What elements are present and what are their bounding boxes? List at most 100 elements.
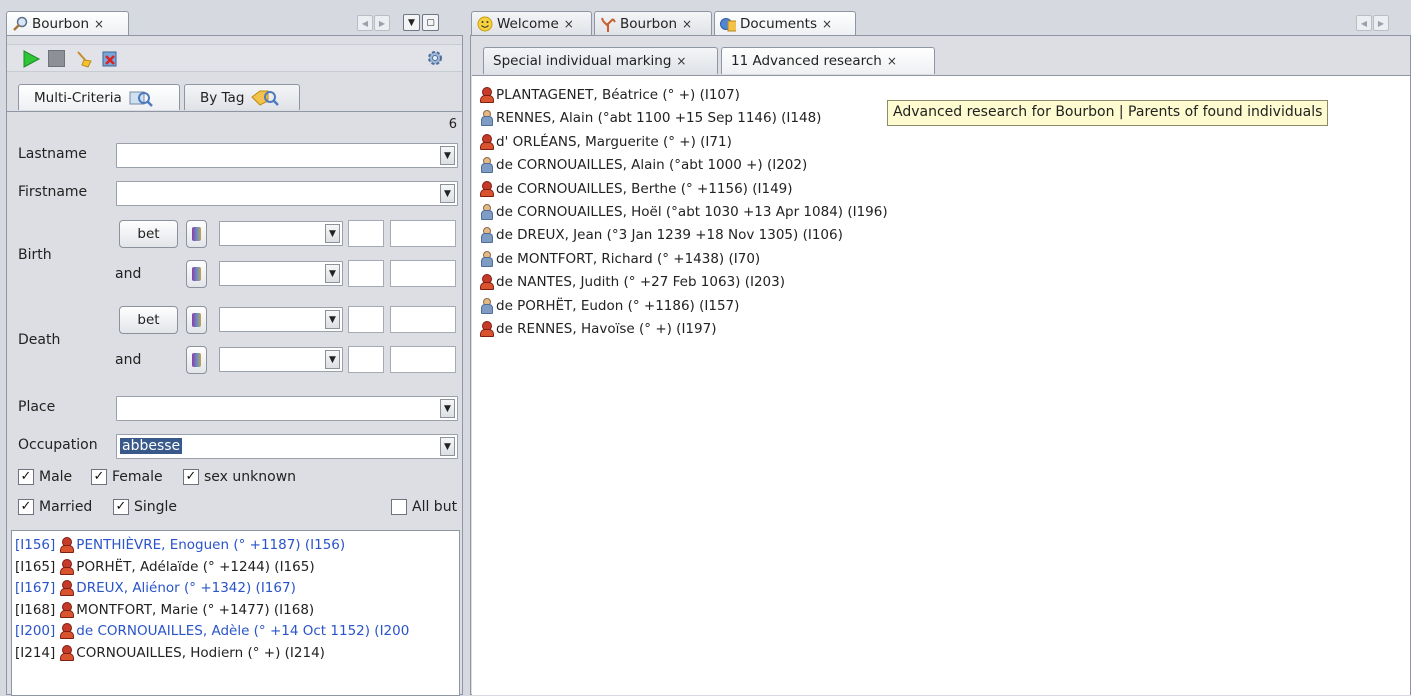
death-from-calendar-combo[interactable]: ▼ <box>219 307 343 332</box>
individual-name: de DREUX, Jean (°3 Jan 1239 +18 Nov 1305… <box>496 227 843 244</box>
chevron-down-icon[interactable]: ▼ <box>325 224 340 243</box>
tab-by-tag[interactable]: By Tag <box>184 84 300 110</box>
tab-welcome[interactable]: Welcome × <box>471 11 592 35</box>
individual-row[interactable]: de MONTFORT, Richard (° +1438) (I70) <box>479 250 760 267</box>
delete-results-icon[interactable] <box>100 49 120 69</box>
individual-row[interactable]: de CORNOUAILLES, Berthe (° +1156) (I149) <box>479 180 793 197</box>
calendar-icon[interactable] <box>186 220 207 248</box>
tab-label: Special individual marking <box>493 53 672 69</box>
sex-unknown-checkbox[interactable]: ✓ sex unknown <box>183 469 296 485</box>
stop-icon[interactable] <box>48 50 65 67</box>
male-person-icon <box>479 227 493 244</box>
birth-to-calendar-combo[interactable]: ▼ <box>219 261 343 286</box>
single-checkbox[interactable]: ✓ Single <box>113 499 177 515</box>
birth-from-day-field[interactable] <box>348 220 384 247</box>
dropdown-icon[interactable]: ▼ <box>403 14 420 31</box>
chevron-down-icon[interactable]: ▼ <box>440 146 455 165</box>
death-from-day-field[interactable] <box>348 306 384 333</box>
tab-bourbon-tree[interactable]: Bourbon × <box>594 11 712 35</box>
close-icon[interactable]: × <box>676 54 686 68</box>
female-person-icon <box>479 87 494 103</box>
broom-icon[interactable] <box>74 49 94 69</box>
individuals-list[interactable]: PLANTAGENET, Béatrice (° +) (I107) RENNES… <box>472 75 1410 695</box>
scroll-right-icon[interactable]: ▶ <box>1373 15 1389 31</box>
list-item[interactable]: [I156] PENTHIÈVRE, Enoguen (° +1187) (I15… <box>15 537 345 553</box>
firstname-combo[interactable]: ▼ <box>116 181 458 206</box>
tab-advanced-research[interactable]: 11 Advanced research × <box>721 47 935 74</box>
list-item[interactable]: [I167] DREUX, Aliénor (° +1342) (I167) <box>15 580 296 596</box>
close-icon[interactable]: × <box>94 17 104 31</box>
individual-row[interactable]: de CORNOUAILLES, Hoël (°abt 1030 +13 Apr… <box>479 204 888 220</box>
criteria-form: 6 Lastname ▼ Firstname ▼ Birth bet ▼ and <box>7 111 462 526</box>
birth-from-year-field[interactable] <box>390 220 456 247</box>
scroll-left-icon[interactable]: ◀ <box>357 15 373 31</box>
individual-row[interactable]: de CORNOUAILLES, Alain (°abt 1000 +) (I2… <box>479 157 807 174</box>
female-checkbox[interactable]: ✓ Female <box>91 469 163 485</box>
death-to-calendar-combo[interactable]: ▼ <box>219 347 343 372</box>
individual-row[interactable]: d' ORLÉANS, Marguerite (° +) (I71) <box>479 133 732 150</box>
close-icon[interactable]: × <box>682 17 692 31</box>
results-list[interactable]: [I156] PENTHIÈVRE, Enoguen (° +1187) (I15… <box>11 530 460 696</box>
death-to-day-field[interactable] <box>348 346 384 373</box>
occupation-combo[interactable]: abbesse ▼ <box>116 434 458 459</box>
lastname-combo[interactable]: ▼ <box>116 143 458 168</box>
death-from-year-field[interactable] <box>390 306 456 333</box>
calendar-icon[interactable] <box>186 260 207 288</box>
tab-documents[interactable]: Documents × <box>714 11 856 35</box>
scroll-right-icon[interactable]: ▶ <box>374 15 390 31</box>
list-item[interactable]: [I200] de CORNOUAILLES, Adèle (° +14 Oct … <box>15 623 409 639</box>
chevron-down-icon[interactable]: ▼ <box>440 184 455 203</box>
scroll-left-icon[interactable]: ◀ <box>1356 15 1372 31</box>
married-checkbox[interactable]: ✓ Married <box>18 499 92 515</box>
female-person-icon <box>59 623 75 639</box>
place-combo[interactable]: ▼ <box>116 396 458 421</box>
record-id: [I200] <box>15 623 56 639</box>
all-but-label: All but <box>412 499 458 515</box>
chevron-down-icon[interactable]: ▼ <box>325 264 340 283</box>
close-icon[interactable]: × <box>822 17 832 31</box>
settings-icon[interactable] <box>426 49 444 67</box>
birth-to-year-field[interactable] <box>390 260 456 287</box>
chevron-down-icon[interactable]: ▼ <box>325 310 340 329</box>
female-person-icon <box>479 133 494 150</box>
chevron-down-icon[interactable]: ▼ <box>325 350 340 369</box>
individual-name: PORHËT, Adélaïde (° +1244) (I165) <box>76 558 315 575</box>
result-count: 6 <box>448 117 457 132</box>
sex-unknown-label: sex unknown <box>204 469 297 485</box>
calendar-icon[interactable] <box>186 346 207 374</box>
chevron-down-icon[interactable]: ▼ <box>440 437 455 456</box>
female-person-icon <box>59 580 75 596</box>
all-but-checkbox[interactable]: All but <box>391 499 457 515</box>
close-icon[interactable]: × <box>564 17 574 31</box>
birth-from-calendar-combo[interactable]: ▼ <box>219 221 343 246</box>
magnifier-icon <box>12 16 28 32</box>
individual-name: PENTHIÈVRE, Enoguen (° +1187) (I156) <box>76 537 346 553</box>
individual-row[interactable]: PLANTAGENET, Béatrice (° +) (I107) <box>479 87 740 103</box>
chevron-down-icon[interactable]: ▼ <box>440 399 455 418</box>
death-to-year-field[interactable] <box>390 346 456 373</box>
tab-label: By Tag <box>200 89 245 106</box>
list-item[interactable]: [I168] MONTFORT, Marie (° +1477) (I168) <box>15 601 314 618</box>
male-checkbox[interactable]: ✓ Male <box>18 469 72 485</box>
individual-row[interactable]: de RENNES, Havoïse (° +) (I197) <box>479 321 716 337</box>
individual-row[interactable]: de DREUX, Jean (°3 Jan 1239 +18 Nov 1305… <box>479 227 843 244</box>
individual-row[interactable]: de NANTES, Judith (° +27 Feb 1063) (I203… <box>479 274 785 291</box>
list-item[interactable]: [I214] CORNOUAILLES, Hodiern (° +) (I214) <box>15 644 325 661</box>
tab-bourbon-search[interactable]: Bourbon × <box>6 11 129 35</box>
maximize-icon[interactable]: ▢ <box>422 14 439 31</box>
documents-icon <box>720 17 736 31</box>
list-item[interactable]: [I165] PORHËT, Adélaïde (° +1244) (I165) <box>15 558 315 575</box>
death-bet-button[interactable]: bet <box>119 306 178 334</box>
individual-row[interactable]: de PORHËT, Eudon (° +1186) (I157) <box>479 297 739 314</box>
close-icon[interactable]: × <box>887 54 897 68</box>
tab-multi-criteria[interactable]: Multi-Criteria <box>18 84 180 110</box>
tab-special-individual-marking[interactable]: Special individual marking × <box>483 47 718 74</box>
play-icon[interactable] <box>21 49 41 69</box>
tab-label: Documents <box>740 15 817 32</box>
documents-panel: Special individual marking × 11 Advanced… <box>470 35 1411 695</box>
calendar-icon[interactable] <box>186 306 207 334</box>
individual-row[interactable]: RENNES, Alain (°abt 1100 +15 Sep 1146) (… <box>479 110 821 127</box>
birth-bet-button[interactable]: bet <box>119 220 178 248</box>
birth-to-day-field[interactable] <box>348 260 384 287</box>
smiley-icon <box>477 16 493 31</box>
